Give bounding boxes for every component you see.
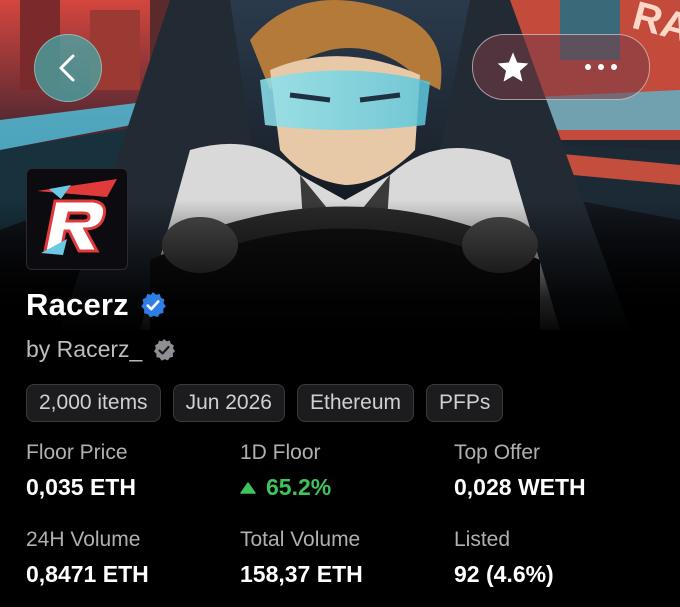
stat-label: Top Offer bbox=[454, 441, 540, 464]
verified-badge-icon bbox=[141, 292, 166, 318]
stat-floor-price[interactable]: Floor Price 0,035 ETH bbox=[26, 441, 136, 501]
stat-total-volume[interactable]: Total Volume 158,37 ETH bbox=[240, 528, 363, 588]
stat-label: 24H Volume bbox=[26, 528, 141, 551]
stat-1d-floor[interactable]: 1D Floor 65.2% bbox=[240, 441, 331, 501]
stat-24h-volume[interactable]: 24H Volume 0,8471 ETH bbox=[26, 528, 149, 588]
creator-verified-icon bbox=[154, 338, 176, 361]
stat-value: 65.2% bbox=[266, 474, 332, 500]
tag-category[interactable]: PFPs bbox=[426, 384, 504, 422]
stat-label: Floor Price bbox=[26, 441, 128, 464]
stat-value: 0,028 WETH bbox=[454, 474, 586, 500]
collection-name: Racerz bbox=[26, 287, 129, 322]
header-actions bbox=[472, 34, 650, 100]
stat-top-offer[interactable]: Top Offer 0,028 WETH bbox=[454, 441, 586, 501]
stat-listed[interactable]: Listed 92 (4.6%) bbox=[454, 528, 554, 588]
stat-value: 158,37 ETH bbox=[240, 561, 363, 587]
chevron-left-icon bbox=[59, 54, 75, 82]
stat-label: 1D Floor bbox=[240, 441, 321, 464]
stat-value: 92 (4.6%) bbox=[454, 561, 554, 587]
tag-chain[interactable]: Ethereum bbox=[296, 384, 415, 422]
back-button[interactable] bbox=[34, 34, 102, 102]
stat-value: 0,8471 ETH bbox=[26, 561, 149, 587]
favorite-button[interactable] bbox=[473, 35, 553, 99]
creator-link[interactable]: by Racerz_ bbox=[26, 336, 142, 363]
more-dots-icon bbox=[585, 64, 617, 70]
stat-label: Listed bbox=[454, 528, 511, 551]
collection-logo bbox=[26, 168, 128, 270]
tag-date[interactable]: Jun 2026 bbox=[172, 384, 285, 422]
more-options-button[interactable] bbox=[553, 35, 649, 99]
stat-value: 0,035 ETH bbox=[26, 474, 136, 500]
stat-label: Total Volume bbox=[240, 528, 361, 551]
trend-up-icon bbox=[240, 481, 256, 494]
tag-items-count[interactable]: 2,000 items bbox=[26, 384, 161, 422]
racerz-logo bbox=[37, 179, 117, 255]
collection-tags: 2,000 items Jun 2026 Ethereum PFPs bbox=[26, 384, 504, 422]
star-icon bbox=[497, 52, 529, 82]
